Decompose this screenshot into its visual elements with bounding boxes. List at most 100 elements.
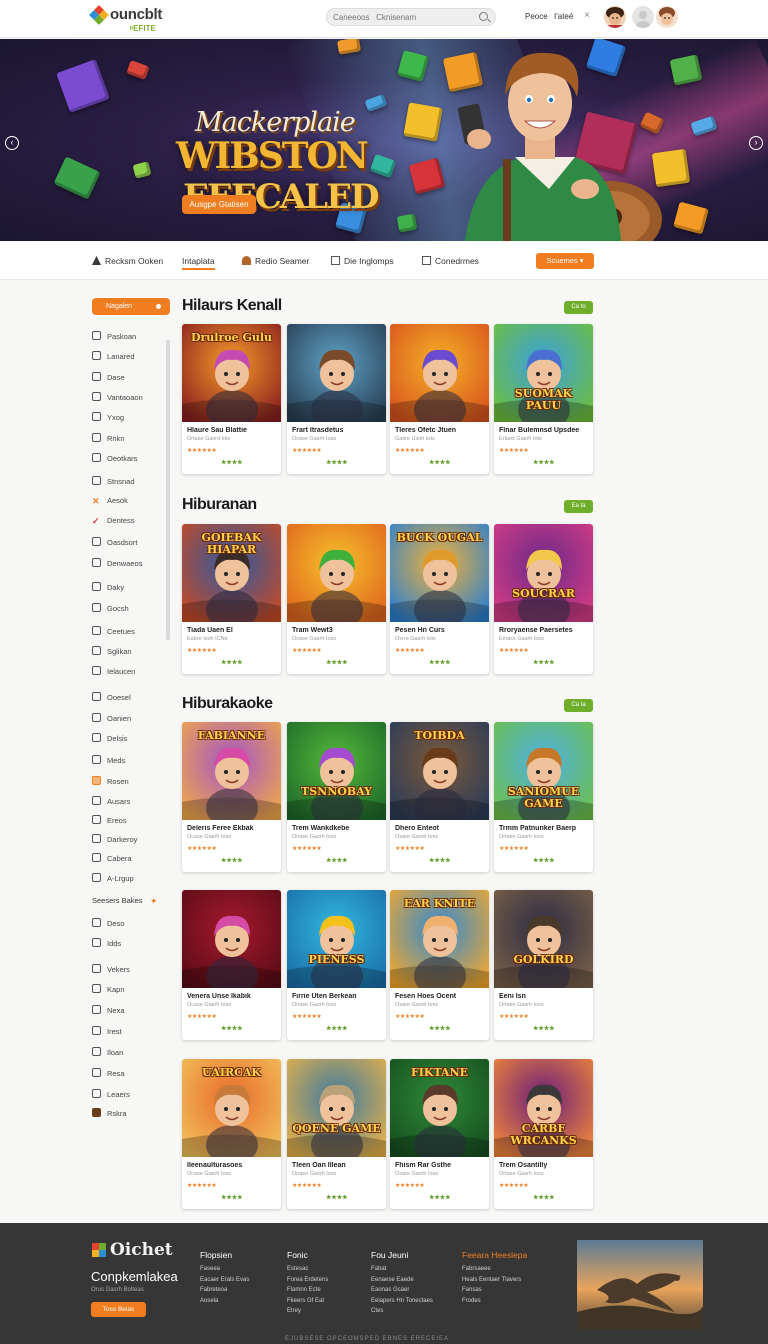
- sidebar-item[interactable]: Stnsnad: [92, 476, 135, 486]
- sidebar-item[interactable]: ✕ Aesok: [92, 496, 128, 506]
- footer-cta-button[interactable]: Toss Beias: [91, 1302, 146, 1317]
- sidebar-item[interactable]: Ceetues: [92, 626, 135, 636]
- game-thumbnail[interactable]: SANIOMUE GAME: [494, 722, 593, 820]
- game-thumbnail[interactable]: FABIANNE: [182, 722, 281, 820]
- game-card[interactable]: Tleres Ofetc Jtuen Gasre Usoh Iots ★★★★★★ ★…: [390, 324, 489, 474]
- sidebar-item[interactable]: Gocsh: [92, 603, 129, 613]
- hero-next-arrow-icon[interactable]: ›: [749, 136, 763, 150]
- game-thumbnail[interactable]: BUCK OUGAL: [390, 524, 489, 622]
- sidebar-item[interactable]: Paskoan: [92, 331, 136, 341]
- game-card[interactable]: SANIOMUE GAME Trmm Patnunker Baerp Ortase …: [494, 722, 593, 872]
- header-link-2[interactable]: I'ateé: [554, 12, 573, 21]
- game-thumbnail[interactable]: SUOMAK PAUU: [494, 324, 593, 422]
- hero-prev-arrow-icon[interactable]: ‹: [5, 136, 19, 150]
- sidebar-item[interactable]: Vantaoaon: [92, 392, 143, 402]
- search-bar[interactable]: [326, 8, 496, 26]
- game-card[interactable]: QOENE GAME Tleen Oan Illean Onase Gasrh Io…: [287, 1059, 386, 1209]
- sidebar-item[interactable]: Kapn: [92, 984, 125, 994]
- section-see-all-badge[interactable]: Ca ta: [564, 699, 593, 712]
- footer-link[interactable]: Ctes: [371, 1306, 433, 1317]
- game-thumbnail[interactable]: GOLKIRD: [494, 890, 593, 988]
- close-icon[interactable]: ×: [584, 10, 590, 21]
- footer-link[interactable]: Fansas: [462, 1285, 527, 1296]
- footer-link[interactable]: Heals Eentaer Tlavers: [462, 1275, 527, 1286]
- footer-link[interactable]: Estesac: [287, 1264, 328, 1275]
- footer-link[interactable]: Eaonas Gcaer: [371, 1285, 433, 1296]
- sidebar-item[interactable]: Oeotkars: [92, 453, 137, 463]
- game-card[interactable]: BUCK OUGAL Pesen Hn Curs Osrre Gasrh Iots ★…: [390, 524, 489, 674]
- sidebar-item[interactable]: Resa: [92, 1068, 125, 1078]
- sidebar-item[interactable]: Darkeroy: [92, 834, 137, 844]
- sidebar-item[interactable]: Ielaucen: [92, 666, 135, 676]
- sidebar-item[interactable]: Oasdsort: [92, 537, 137, 547]
- game-thumbnail[interactable]: TSNNOBAY: [287, 722, 386, 820]
- footer-link[interactable]: Faseea: [200, 1264, 249, 1275]
- game-card[interactable]: FIKTANE Fhism Rar Gsthe Osare Gasrh Ioss ★★…: [390, 1059, 489, 1209]
- game-thumbnail[interactable]: CARBF WRCANKS: [494, 1059, 593, 1157]
- sidebar-item[interactable]: Rnkn: [92, 433, 125, 443]
- game-card[interactable]: CARBF WRCANKS Trem Osantilly Ortase Gasrh …: [494, 1059, 593, 1209]
- sidebar-item[interactable]: Vekers: [92, 964, 130, 974]
- game-thumbnail[interactable]: [182, 890, 281, 988]
- sidebar-item[interactable]: Cabera: [92, 853, 132, 863]
- tab-intaplata[interactable]: Intaplata: [182, 256, 215, 270]
- footer-link[interactable]: Fabreteoa: [200, 1285, 249, 1296]
- sidebar-item[interactable]: Dase: [92, 372, 125, 382]
- sidebar-item[interactable]: Delsis: [92, 733, 127, 743]
- sidebar-item[interactable]: Sglikan: [92, 646, 132, 656]
- game-card[interactable]: Drulroe Gulu Hlaure Sau Blattie Ortase Gas…: [182, 324, 281, 474]
- sidebar-item[interactable]: Leaers: [92, 1089, 130, 1099]
- game-thumbnail[interactable]: EAR KNITE: [390, 890, 489, 988]
- avatar-user[interactable]: [604, 6, 626, 28]
- game-card[interactable]: FABIANNE Deleris Feree Ekbak Ocase Gasrh I…: [182, 722, 281, 872]
- sidebar-scrollbar[interactable]: [166, 340, 170, 640]
- sidebar-item[interactable]: Yxog: [92, 412, 124, 422]
- footer-link[interactable]: Frodes: [462, 1296, 527, 1307]
- tab-redio[interactable]: Redio Seamer: [242, 256, 309, 266]
- sidebar-item[interactable]: ✓ Dentess: [92, 516, 135, 526]
- game-thumbnail[interactable]: GOIEBAK HIAPAR: [182, 524, 281, 622]
- footer-link[interactable]: Fabat: [371, 1264, 433, 1275]
- game-thumbnail[interactable]: UAIRCAK: [182, 1059, 281, 1157]
- game-card[interactable]: TSNNOBAY Trem Wankdkebe Onase Gasrh Ioss ★★…: [287, 722, 386, 872]
- sidebar-item[interactable]: Iloan: [92, 1047, 123, 1057]
- sidebar-item[interactable]: Oanien: [92, 713, 131, 723]
- game-thumbnail[interactable]: [287, 524, 386, 622]
- section-see-all-badge[interactable]: Ea ta: [564, 500, 593, 513]
- game-card[interactable]: Tram Wewt3 Ocase Gasrh Ioss ★★★★★★ ★★★★: [287, 524, 386, 674]
- game-card[interactable]: UAIRCAK Ileenaulturasoes Ocase Gasrh Ioss ★…: [182, 1059, 281, 1209]
- footer-link[interactable]: Etrey: [287, 1306, 328, 1317]
- sidebar-item[interactable]: Ereos: [92, 815, 127, 825]
- footer-link[interactable]: Aosela: [200, 1296, 249, 1307]
- tab-recksm[interactable]: Recksm Ooken: [92, 256, 163, 266]
- footer-link[interactable]: Fabrsaeee: [462, 1264, 527, 1275]
- game-thumbnail[interactable]: TOIBDA: [390, 722, 489, 820]
- sidebar-item[interactable]: Ausars: [92, 796, 130, 806]
- tab-die[interactable]: Die Inglomps: [331, 256, 394, 266]
- game-thumbnail[interactable]: SOUCRAR: [494, 524, 593, 622]
- game-thumbnail[interactable]: Drulroe Gulu: [182, 324, 281, 422]
- tab-conedrmes[interactable]: Conedrmes: [422, 256, 479, 266]
- game-thumbnail[interactable]: [390, 324, 489, 422]
- game-thumbnail[interactable]: FIKTANE: [390, 1059, 489, 1157]
- footer-link[interactable]: Forea Erdetens: [287, 1275, 328, 1286]
- tabs-action-button[interactable]: Scuemes ▾: [536, 253, 594, 269]
- game-thumbnail[interactable]: [287, 324, 386, 422]
- footer-link[interactable]: Eenaese Eaede: [371, 1275, 433, 1286]
- game-thumbnail[interactable]: PIENESS: [287, 890, 386, 988]
- settings-icon[interactable]: ✦: [150, 896, 158, 907]
- sidebar-filter-pill[interactable]: Nagalen: [92, 298, 170, 315]
- game-thumbnail[interactable]: QOENE GAME: [287, 1059, 386, 1157]
- game-card[interactable]: EAR KNITE Fesen Hoes Ocent Osare Gasrh Ios…: [390, 890, 489, 1040]
- avatar-friend[interactable]: [656, 6, 678, 28]
- game-card[interactable]: TOIBDA Dhero Enteot Osare Gasrh Ioss ★★★★★★…: [390, 722, 489, 872]
- search-input[interactable]: [333, 10, 473, 24]
- section-see-all-badge[interactable]: Ca to: [564, 301, 593, 314]
- header-link-1[interactable]: Peoce: [525, 12, 548, 21]
- sidebar-item[interactable]: Denwaeos: [92, 558, 142, 568]
- game-card[interactable]: SOUCRAR Rroryaense Paersetes Emass Gasrh I…: [494, 524, 593, 674]
- game-card[interactable]: GOIEBAK HIAPAR Tiada Uaen El Eabre Isoh IC…: [182, 524, 281, 674]
- sidebar-item[interactable]: Nexa: [92, 1005, 125, 1015]
- hero-cta-button[interactable]: Ausgpe Gtatisen: [182, 195, 256, 214]
- game-card[interactable]: Venera Unse Ikabik Ocase Gasrh Ioss ★★★★★★…: [182, 890, 281, 1040]
